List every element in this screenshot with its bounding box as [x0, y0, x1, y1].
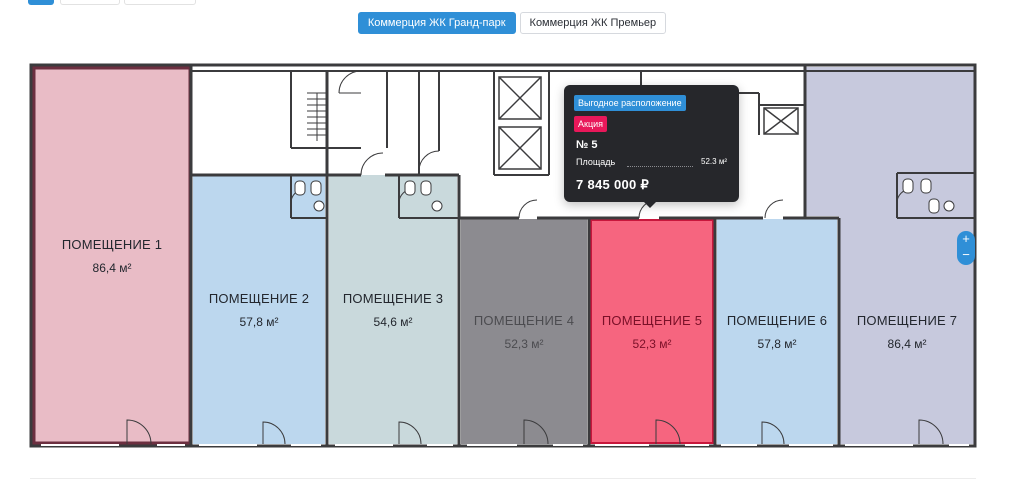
room-2-area: 57,8 м² [239, 314, 279, 329]
room-7[interactable]: ПОМЕЩЕНИЕ 7 86,4 м² [839, 219, 975, 444]
zoom-control: + − [957, 231, 975, 265]
top-tab-stub[interactable] [124, 0, 196, 5]
room-7-area: 86,4 м² [887, 336, 927, 351]
room-1[interactable]: ПОМЕЩЕНИЕ 1 86,4 м² [33, 67, 191, 444]
room-5[interactable]: ПОМЕЩЕНИЕ 5 52,3 м² [590, 219, 714, 444]
complex-tabs: Коммерция ЖК Гранд-парк Коммерция ЖК Пре… [0, 12, 1024, 34]
tooltip-room-number: № 5 [576, 139, 598, 151]
tab-grand-park[interactable]: Коммерция ЖК Гранд-парк [357, 12, 516, 34]
badge-sale: Акция [574, 116, 607, 132]
tab-premier[interactable]: Коммерция ЖК Премьер [519, 12, 667, 34]
tooltip-area-value: 52.3 м² [701, 157, 727, 166]
room-3-area: 54,6 м² [373, 314, 413, 329]
room-3[interactable]: ПОМЕЩЕНИЕ 3 54,6 м² [329, 175, 457, 444]
room-4-name: ПОМЕЩЕНИЕ 4 [473, 312, 575, 328]
tooltip-dotted-leader [627, 166, 693, 167]
room-tooltip: Выгодное расположение Акция № 5 Площадь … [564, 85, 739, 208]
zoom-out-button[interactable]: − [957, 247, 975, 263]
tooltip-area-label: Площадь [576, 157, 616, 167]
room-2[interactable]: ПОМЕЩЕНИЕ 2 57,8 м² [193, 175, 325, 444]
room-5-name: ПОМЕЩЕНИЕ 5 [601, 312, 703, 328]
room-6-name: ПОМЕЩЕНИЕ 6 [726, 312, 828, 328]
zoom-in-button[interactable]: + [957, 231, 975, 247]
room-6-area: 57,8 м² [757, 336, 797, 351]
bottom-divider [30, 478, 976, 479]
stairs [307, 92, 327, 141]
room-2-name: ПОМЕЩЕНИЕ 2 [208, 290, 310, 306]
room-4-area: 52,3 м² [504, 336, 544, 351]
room-1-area: 86,4 м² [92, 260, 132, 275]
room-5-area: 52,3 м² [632, 336, 672, 351]
room-3-name: ПОМЕЩЕНИЕ 3 [342, 290, 444, 306]
top-tab-stub-active[interactable] [28, 0, 54, 5]
badge-good-location: Выгодное расположение [574, 95, 686, 111]
floor-plan: ПОМЕЩЕНИЕ 1 86,4 м² ПОМЕЩЕНИЕ 2 57,8 м² … [29, 63, 977, 448]
room-4[interactable]: ПОМЕЩЕНИЕ 4 52,3 м² [461, 219, 587, 444]
room-6[interactable]: ПОМЕЩЕНИЕ 6 57,8 м² [717, 219, 837, 444]
tooltip-price: 7 845 000 ₽ [576, 177, 650, 192]
room-1-name: ПОМЕЩЕНИЕ 1 [61, 236, 163, 252]
room-7-name: ПОМЕЩЕНИЕ 7 [856, 312, 958, 328]
top-tab-stub[interactable] [60, 0, 120, 5]
